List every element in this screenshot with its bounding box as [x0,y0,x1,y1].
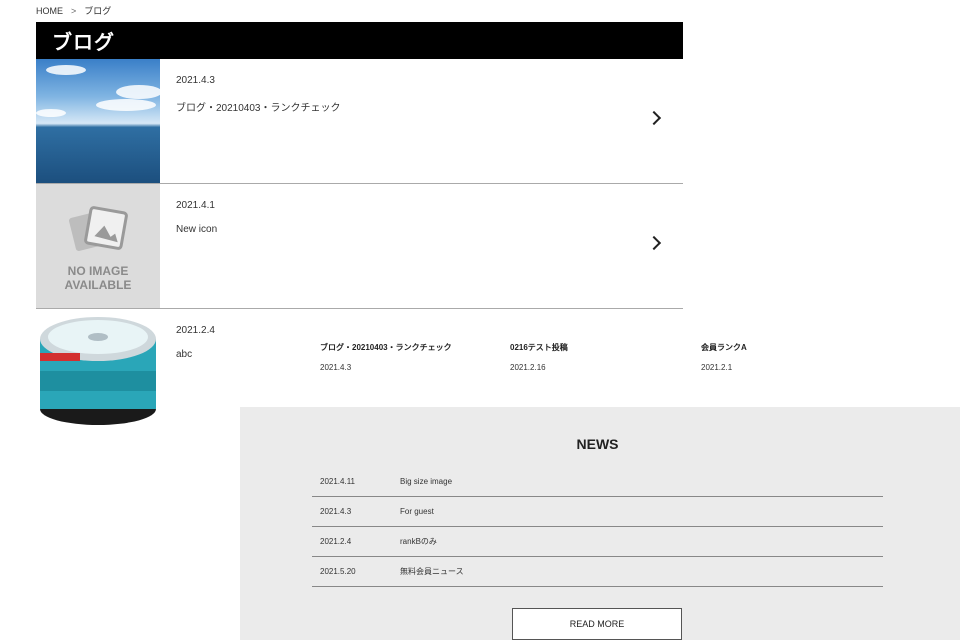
related-post-date: 2021.4.3 [320,363,352,372]
cd-spindle-image [40,317,156,425]
post-title[interactable]: abc [176,349,215,360]
page-title: ブログ [52,32,115,54]
related-post-date: 2021.2.16 [510,363,546,372]
related-post-title[interactable]: ブログ・20210403・ランクチェック [320,342,452,353]
news-row[interactable]: 2021.5.20 無料会員ニュース [312,557,883,587]
image-placeholder-icon [69,206,128,251]
news-title[interactable]: For guest [400,507,434,516]
related-post-item[interactable]: 会員ランクA 2021.2.1 [701,342,747,372]
post-date: 2021.4.3 [176,75,215,86]
news-panel: NEWS 2021.4.11 Big size image 2021.4.3 F… [240,407,960,640]
post-list: 2021.4.3 ブログ・20210403・ランクチェック NO IMAGE A… [36,59,683,433]
page-title-bar: ブログ [36,22,683,59]
related-post-item[interactable]: ブログ・20210403・ランクチェック 2021.4.3 [320,342,452,372]
post-title[interactable]: New icon [176,224,217,235]
breadcrumb-current: ブログ [84,6,112,16]
news-date: 2021.4.3 [320,507,352,516]
news-list: 2021.4.11 Big size image 2021.4.3 For gu… [312,467,883,587]
post-item[interactable]: 2021.4.3 ブログ・20210403・ランクチェック [36,59,683,184]
news-title[interactable]: Big size image [400,477,452,486]
related-post-title[interactable]: 0216テスト投稿 [510,342,568,353]
related-post-date: 2021.2.1 [701,363,733,372]
post-thumbnail-no-image: NO IMAGE AVAILABLE [36,184,160,308]
related-post-item[interactable]: 0216テスト投稿 2021.2.16 [510,342,568,372]
news-row[interactable]: 2021.4.3 For guest [312,497,883,527]
news-date: 2021.5.20 [320,567,356,576]
breadcrumb-separator: > [71,5,77,16]
post-title[interactable]: ブログ・20210403・ランクチェック [176,99,341,114]
no-image-text: NO IMAGE [67,264,129,278]
breadcrumb: HOME > ブログ [36,4,111,17]
news-title[interactable]: rankBのみ [400,536,437,547]
breadcrumb-home-link[interactable]: HOME [36,6,63,16]
post-thumbnail-sea [36,59,160,183]
chevron-right-icon[interactable] [646,235,662,251]
post-date: 2021.4.1 [176,200,215,211]
news-heading: NEWS [576,436,619,452]
news-row[interactable]: 2021.4.11 Big size image [312,467,883,497]
post-item[interactable]: NO IMAGE AVAILABLE 2021.4.1 New icon [36,184,683,309]
post-date: 2021.2.4 [176,325,215,336]
news-date: 2021.4.11 [320,477,355,486]
news-date: 2021.2.4 [320,537,352,546]
available-text: AVAILABLE [64,278,132,292]
news-title[interactable]: 無料会員ニュース [400,566,464,577]
news-row[interactable]: 2021.2.4 rankBのみ [312,527,883,557]
related-post-title[interactable]: 会員ランクA [701,342,747,353]
post-thumbnail-cd-r [36,309,160,433]
read-more-button[interactable]: READ MORE [512,608,682,640]
chevron-right-icon[interactable] [646,110,662,126]
